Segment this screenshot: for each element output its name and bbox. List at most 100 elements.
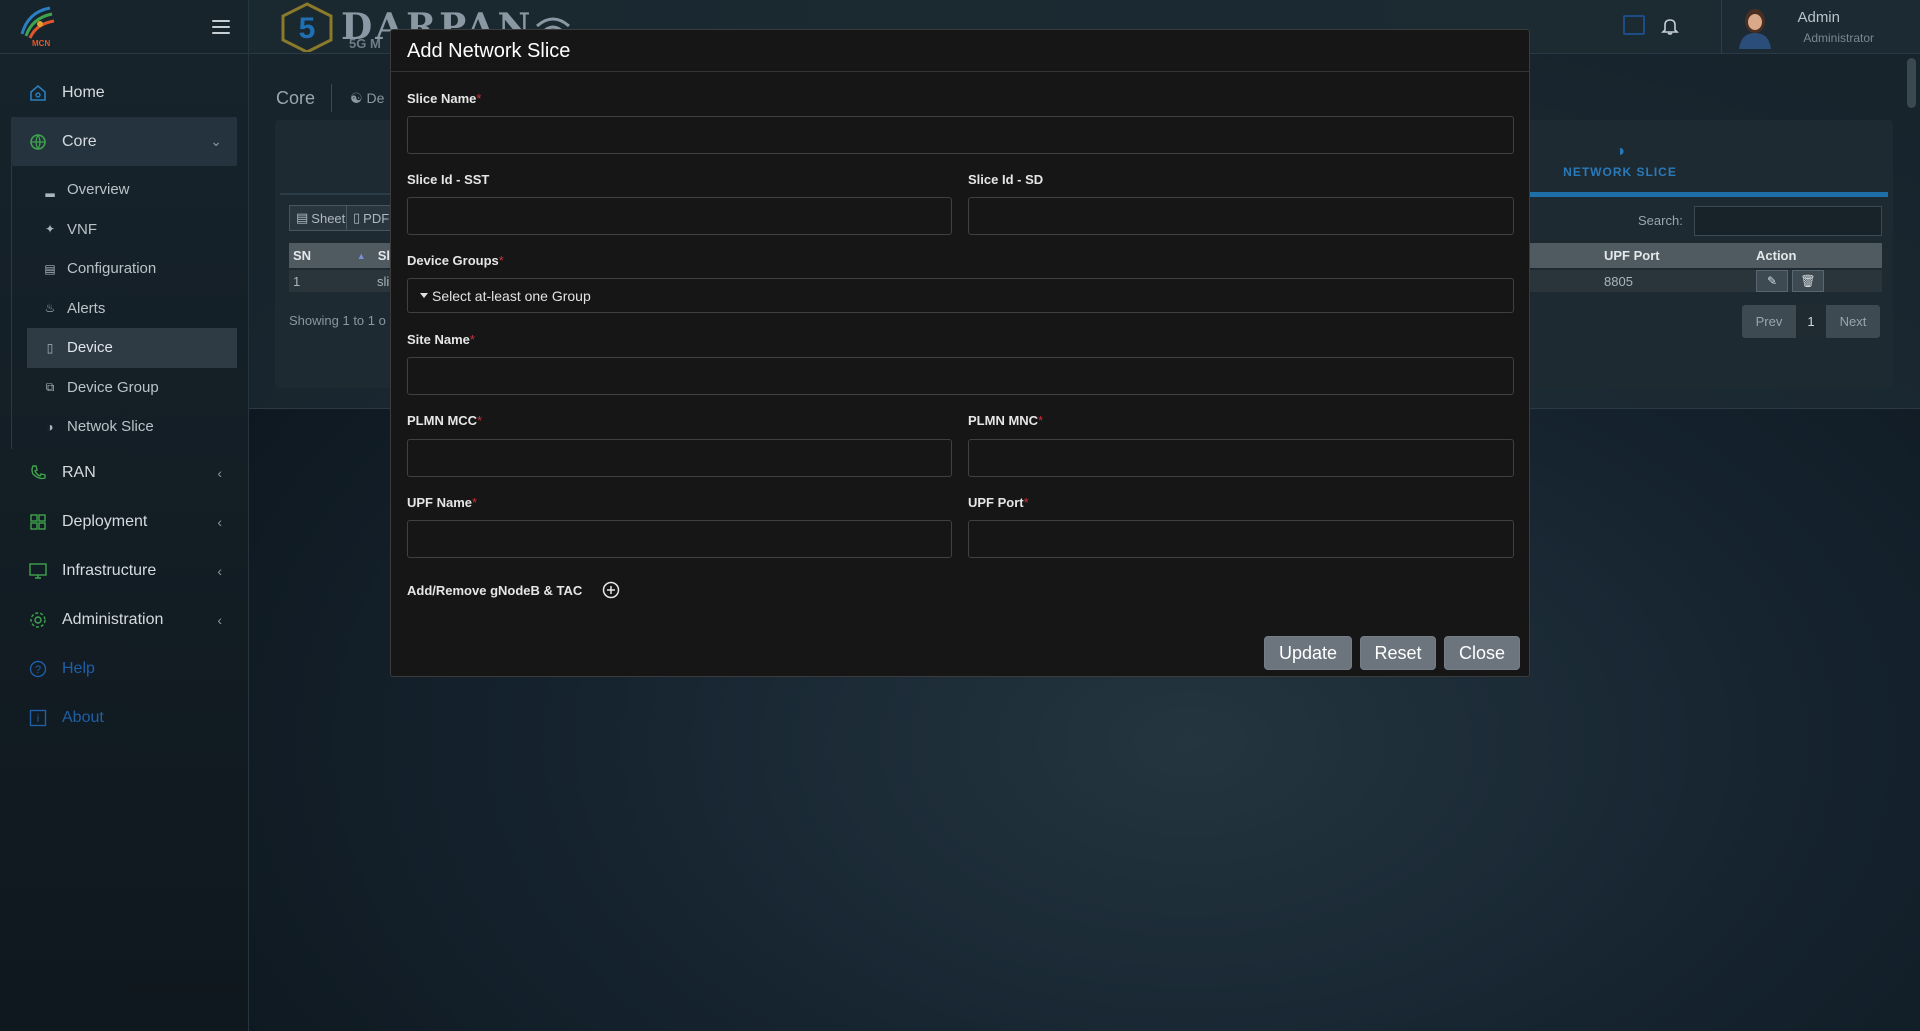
submenu-item-device-group[interactable]: ⧉ Device Group — [27, 368, 237, 408]
bell-icon: ♨ — [44, 301, 56, 316]
required-marker: * — [469, 332, 475, 347]
column-header-upf-port[interactable]: UPF Port — [1530, 248, 1756, 263]
grid-icon — [28, 512, 48, 532]
sidebar-item-about[interactable]: i About — [0, 694, 248, 743]
device-groups-select[interactable]: Select at-least one Group — [407, 278, 1514, 313]
page-scrollbar[interactable] — [1907, 58, 1916, 108]
upf-name-input[interactable] — [407, 520, 952, 558]
submenu-item-configuration[interactable]: ▤ Configuration — [27, 249, 237, 289]
column-header-slice[interactable]: Sl — [366, 248, 390, 263]
sidebar-item-label: About — [62, 709, 104, 726]
site-name-input[interactable] — [407, 357, 1514, 395]
plmn-mcc-input[interactable] — [407, 439, 952, 477]
add-circle-icon[interactable] — [602, 581, 620, 599]
sidebar-item-home[interactable]: Home — [0, 68, 248, 117]
delete-button[interactable]: 🗑 — [1792, 270, 1824, 292]
monitor-icon — [28, 561, 48, 581]
update-button[interactable]: Update — [1264, 636, 1352, 670]
sidebar-item-label: RAN — [62, 464, 96, 481]
avatar[interactable] — [1735, 5, 1775, 49]
export-sheet-button[interactable]: ▤ Sheet — [289, 205, 347, 231]
caret-down-icon — [420, 293, 428, 298]
plmn-mnc-input[interactable] — [968, 439, 1514, 477]
sidebar-item-help[interactable]: ? Help — [0, 645, 248, 694]
breadcrumb-current-label: De — [366, 90, 385, 106]
tab-label: NETWORK SLICE — [1563, 165, 1677, 179]
pagination: Prev 1 Next — [1742, 305, 1880, 338]
sidebar-item-ran[interactable]: RAN ‹ — [0, 449, 248, 498]
half-circle-icon: ◑ — [46, 419, 54, 434]
button-label: PDF — [363, 210, 390, 226]
header-divider — [1721, 0, 1722, 54]
label-text: Site Name — [407, 332, 470, 347]
upf-port-input[interactable] — [968, 520, 1514, 558]
submenu-item-vnf[interactable]: ✦ VNF — [27, 210, 237, 250]
breadcrumb-root[interactable]: Core — [276, 88, 315, 109]
sidebar-item-core[interactable]: Core ⌄ — [11, 117, 237, 166]
submenu-item-label: Netwok Slice — [67, 418, 154, 436]
half-circle-icon: ◑ — [1615, 143, 1625, 160]
upf-name-label: UPF Name* — [407, 495, 477, 510]
network-icon: ✦ — [44, 222, 56, 237]
device-group-icon: ⧉ — [45, 379, 55, 394]
notification-bell-icon[interactable] — [1660, 16, 1680, 36]
export-pdf-button[interactable]: ▯ PDF — [347, 205, 391, 231]
submenu-item-device[interactable]: ▯ Device — [27, 328, 237, 368]
page-number-button[interactable]: 1 — [1796, 305, 1826, 338]
submenu-item-label: Overview — [67, 181, 130, 199]
edit-button[interactable]: ✎ — [1756, 270, 1788, 292]
logo-text: MCN — [32, 38, 51, 48]
submenu-item-overview[interactable]: ▂ Overview — [27, 170, 237, 210]
reset-button[interactable]: Reset — [1360, 636, 1436, 670]
prev-page-button[interactable]: Prev — [1742, 305, 1796, 338]
svg-text:i: i — [37, 713, 39, 725]
sidebar: MCN Home Core ⌄ ▂ Overview ✦ VNF ▤ Confi… — [0, 0, 249, 1031]
sidebar-item-deployment[interactable]: Deployment ‹ — [0, 498, 248, 547]
submenu-item-network-slice[interactable]: ◑ Netwok Slice — [27, 407, 237, 447]
phone-icon — [28, 463, 48, 483]
cell-upf-port: 8805 — [1604, 273, 1633, 289]
slice-name-input[interactable] — [407, 116, 1514, 154]
chevron-left-icon: ‹ — [217, 465, 222, 481]
modal-title: Add Network Slice — [407, 40, 571, 62]
sd-input[interactable] — [968, 197, 1514, 235]
add-network-slice-modal: Add Network Slice Slice Name* Slice Id -… — [390, 29, 1530, 677]
submenu-item-label: Device Group — [67, 378, 159, 396]
breadcrumb-divider — [331, 84, 332, 112]
sidebar-brand: MCN — [0, 0, 248, 54]
device-icon: ▯ — [46, 340, 54, 355]
svg-text:5: 5 — [299, 12, 316, 45]
user-name[interactable]: Admin — [1797, 9, 1840, 26]
5g-logo-icon: 5 — [281, 2, 333, 52]
plmn-mnc-label: PLMN MNC* — [968, 413, 1043, 428]
sidebar-item-administration[interactable]: Administration ‹ — [0, 596, 248, 645]
next-page-button[interactable]: Next — [1826, 305, 1880, 338]
table-header: SN ▲ Sl — [289, 243, 390, 268]
sheet-icon: ▤ — [296, 210, 309, 225]
label-text: UPF Port — [968, 495, 1024, 510]
sidebar-item-infrastructure[interactable]: Infrastructure ‹ — [0, 547, 248, 596]
search-input[interactable] — [1694, 206, 1882, 236]
menu-toggle-icon[interactable] — [212, 19, 230, 34]
required-marker: * — [498, 253, 504, 268]
close-button[interactable]: Close — [1444, 636, 1520, 670]
sst-input[interactable] — [407, 197, 952, 235]
chevron-down-icon: ⌄ — [210, 133, 222, 149]
mcn-logo[interactable]: MCN — [18, 4, 60, 50]
sidebar-nav: Home Core ⌄ ▂ Overview ✦ VNF ▤ Configura… — [0, 54, 248, 743]
site-name-label: Site Name* — [407, 332, 475, 347]
submenu-item-label: Device — [67, 339, 113, 357]
label-text: Device Groups — [407, 253, 499, 268]
fullscreen-icon[interactable] — [1623, 15, 1645, 35]
required-marker: * — [1038, 413, 1044, 428]
submenu-item-alerts[interactable]: ♨ Alerts — [27, 289, 237, 329]
tab-network-slice[interactable]: ◑ NETWORK SLICE — [1530, 143, 1710, 179]
sidebar-item-label: Help — [62, 660, 95, 677]
submenu-item-label: Alerts — [67, 299, 106, 317]
cell-sn: 1 — [293, 273, 301, 289]
sidebar-item-label: Core — [62, 132, 97, 150]
table-row: 1 sli — [289, 270, 390, 292]
sd-label: Slice Id - SD — [968, 172, 1044, 187]
column-header-sn[interactable]: SN — [289, 248, 357, 263]
home-icon — [28, 83, 48, 103]
